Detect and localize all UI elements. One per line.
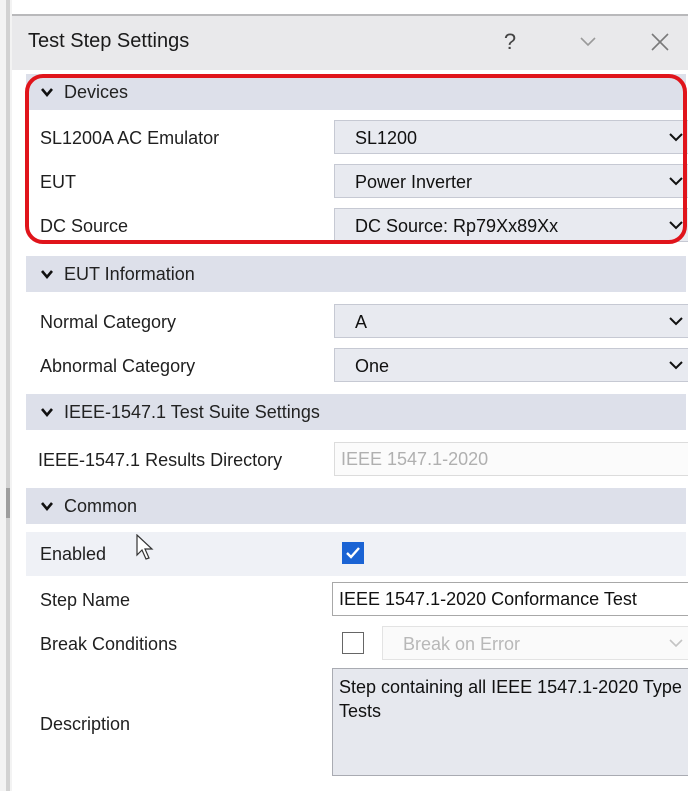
chevron-down-icon — [669, 221, 683, 230]
dropdown-value: SL1200 — [355, 128, 418, 148]
chevron-down-icon — [669, 639, 683, 648]
dropdown-value: One — [355, 356, 390, 376]
row-dc-source: DC Source DC Source: Rp79Xx89Xx — [26, 204, 688, 248]
enabled-checkbox[interactable] — [342, 542, 364, 564]
chevron-down-icon — [580, 37, 596, 47]
edge-scrollbar[interactable] — [6, 0, 10, 791]
close-button[interactable] — [640, 24, 680, 60]
section-title: Common — [64, 495, 138, 516]
section-common[interactable]: Common — [26, 488, 686, 524]
edge-marker — [6, 488, 10, 518]
panel-title: Test Step Settings — [28, 30, 190, 52]
chevron-down-icon — [41, 88, 53, 98]
chevron-down-icon — [41, 270, 53, 280]
field-label: Description — [40, 714, 131, 734]
dropdown-value: Break on Error — [403, 634, 521, 654]
section-devices[interactable]: Devices — [26, 74, 686, 110]
row-break-conditions: Break Conditions Break on Error — [26, 622, 688, 666]
section-title: IEEE-1547.1 Test Suite Settings — [64, 401, 320, 422]
chevron-down-icon — [669, 133, 683, 142]
checkmark-icon — [346, 547, 360, 559]
field-label: DC Source — [40, 216, 129, 236]
row-eut: EUT Power Inverter — [26, 160, 688, 204]
row-description: Description Step containing all IEEE 154… — [26, 668, 688, 780]
test-step-settings-panel: Test Step Settings ? Devices SL1200A AC … — [12, 0, 688, 791]
row-normal-category: Normal Category A — [26, 300, 688, 344]
row-enabled: Enabled — [26, 532, 686, 576]
section-title: EUT Information — [64, 263, 195, 284]
field-label: Enabled — [40, 544, 107, 564]
field-label: IEEE-1547.1 Results Directory — [38, 450, 283, 470]
abnormal-category-dropdown[interactable]: One — [334, 348, 688, 382]
break-conditions-dropdown[interactable]: Break on Error — [382, 626, 688, 660]
break-conditions-checkbox[interactable] — [342, 632, 364, 654]
mouse-cursor-icon — [136, 534, 154, 560]
chevron-down-icon — [669, 317, 683, 326]
field-label: Abnormal Category — [40, 356, 196, 376]
field-label: SL1200A AC Emulator — [40, 128, 220, 148]
row-step-name: Step Name IEEE 1547.1-2020 Conformance T… — [26, 578, 688, 622]
chevron-down-icon — [669, 361, 683, 370]
eut-dropdown[interactable]: Power Inverter — [334, 164, 688, 198]
row-results-directory: IEEE-1547.1 Results Directory IEEE 1547.… — [26, 438, 688, 482]
results-directory-field[interactable]: IEEE 1547.1-2020 — [334, 442, 688, 476]
help-icon: ? — [503, 29, 517, 54]
field-value: IEEE 1547.1-2020 — [341, 449, 489, 469]
row-abnormal-category: Abnormal Category One — [26, 344, 688, 388]
collapse-button[interactable] — [568, 24, 608, 60]
help-button[interactable]: ? — [490, 24, 530, 60]
section-ieee-test-suite-settings[interactable]: IEEE-1547.1 Test Suite Settings — [26, 394, 686, 430]
field-value: IEEE 1547.1-2020 Conformance Test — [339, 589, 637, 609]
field-label: Normal Category — [40, 312, 177, 332]
dc-source-dropdown[interactable]: DC Source: Rp79Xx89Xx — [334, 208, 688, 242]
ac-emulator-dropdown[interactable]: SL1200 — [334, 120, 688, 154]
title-bar: Test Step Settings ? — [12, 14, 688, 70]
window-left-edge — [0, 0, 12, 791]
chevron-down-icon — [41, 408, 53, 418]
field-label: Break Conditions — [40, 634, 178, 654]
row-ac-emulator: SL1200A AC Emulator SL1200 — [26, 116, 688, 160]
field-value: Step containing all IEEE 1547.1-2020 Typ… — [339, 677, 682, 721]
chevron-down-icon — [41, 502, 53, 512]
chevron-down-icon — [669, 177, 683, 186]
dropdown-value: A — [355, 312, 368, 332]
dropdown-value: Power Inverter — [355, 172, 473, 192]
step-name-field[interactable]: IEEE 1547.1-2020 Conformance Test — [332, 582, 688, 616]
description-textarea[interactable]: Step containing all IEEE 1547.1-2020 Typ… — [332, 668, 688, 776]
field-label: EUT — [40, 172, 76, 192]
field-label: Step Name — [40, 590, 131, 610]
dropdown-value: DC Source: Rp79Xx89Xx — [355, 216, 559, 236]
section-title: Devices — [64, 81, 129, 102]
normal-category-dropdown[interactable]: A — [334, 304, 688, 338]
close-icon — [651, 33, 669, 51]
section-eut-information[interactable]: EUT Information — [26, 256, 686, 292]
